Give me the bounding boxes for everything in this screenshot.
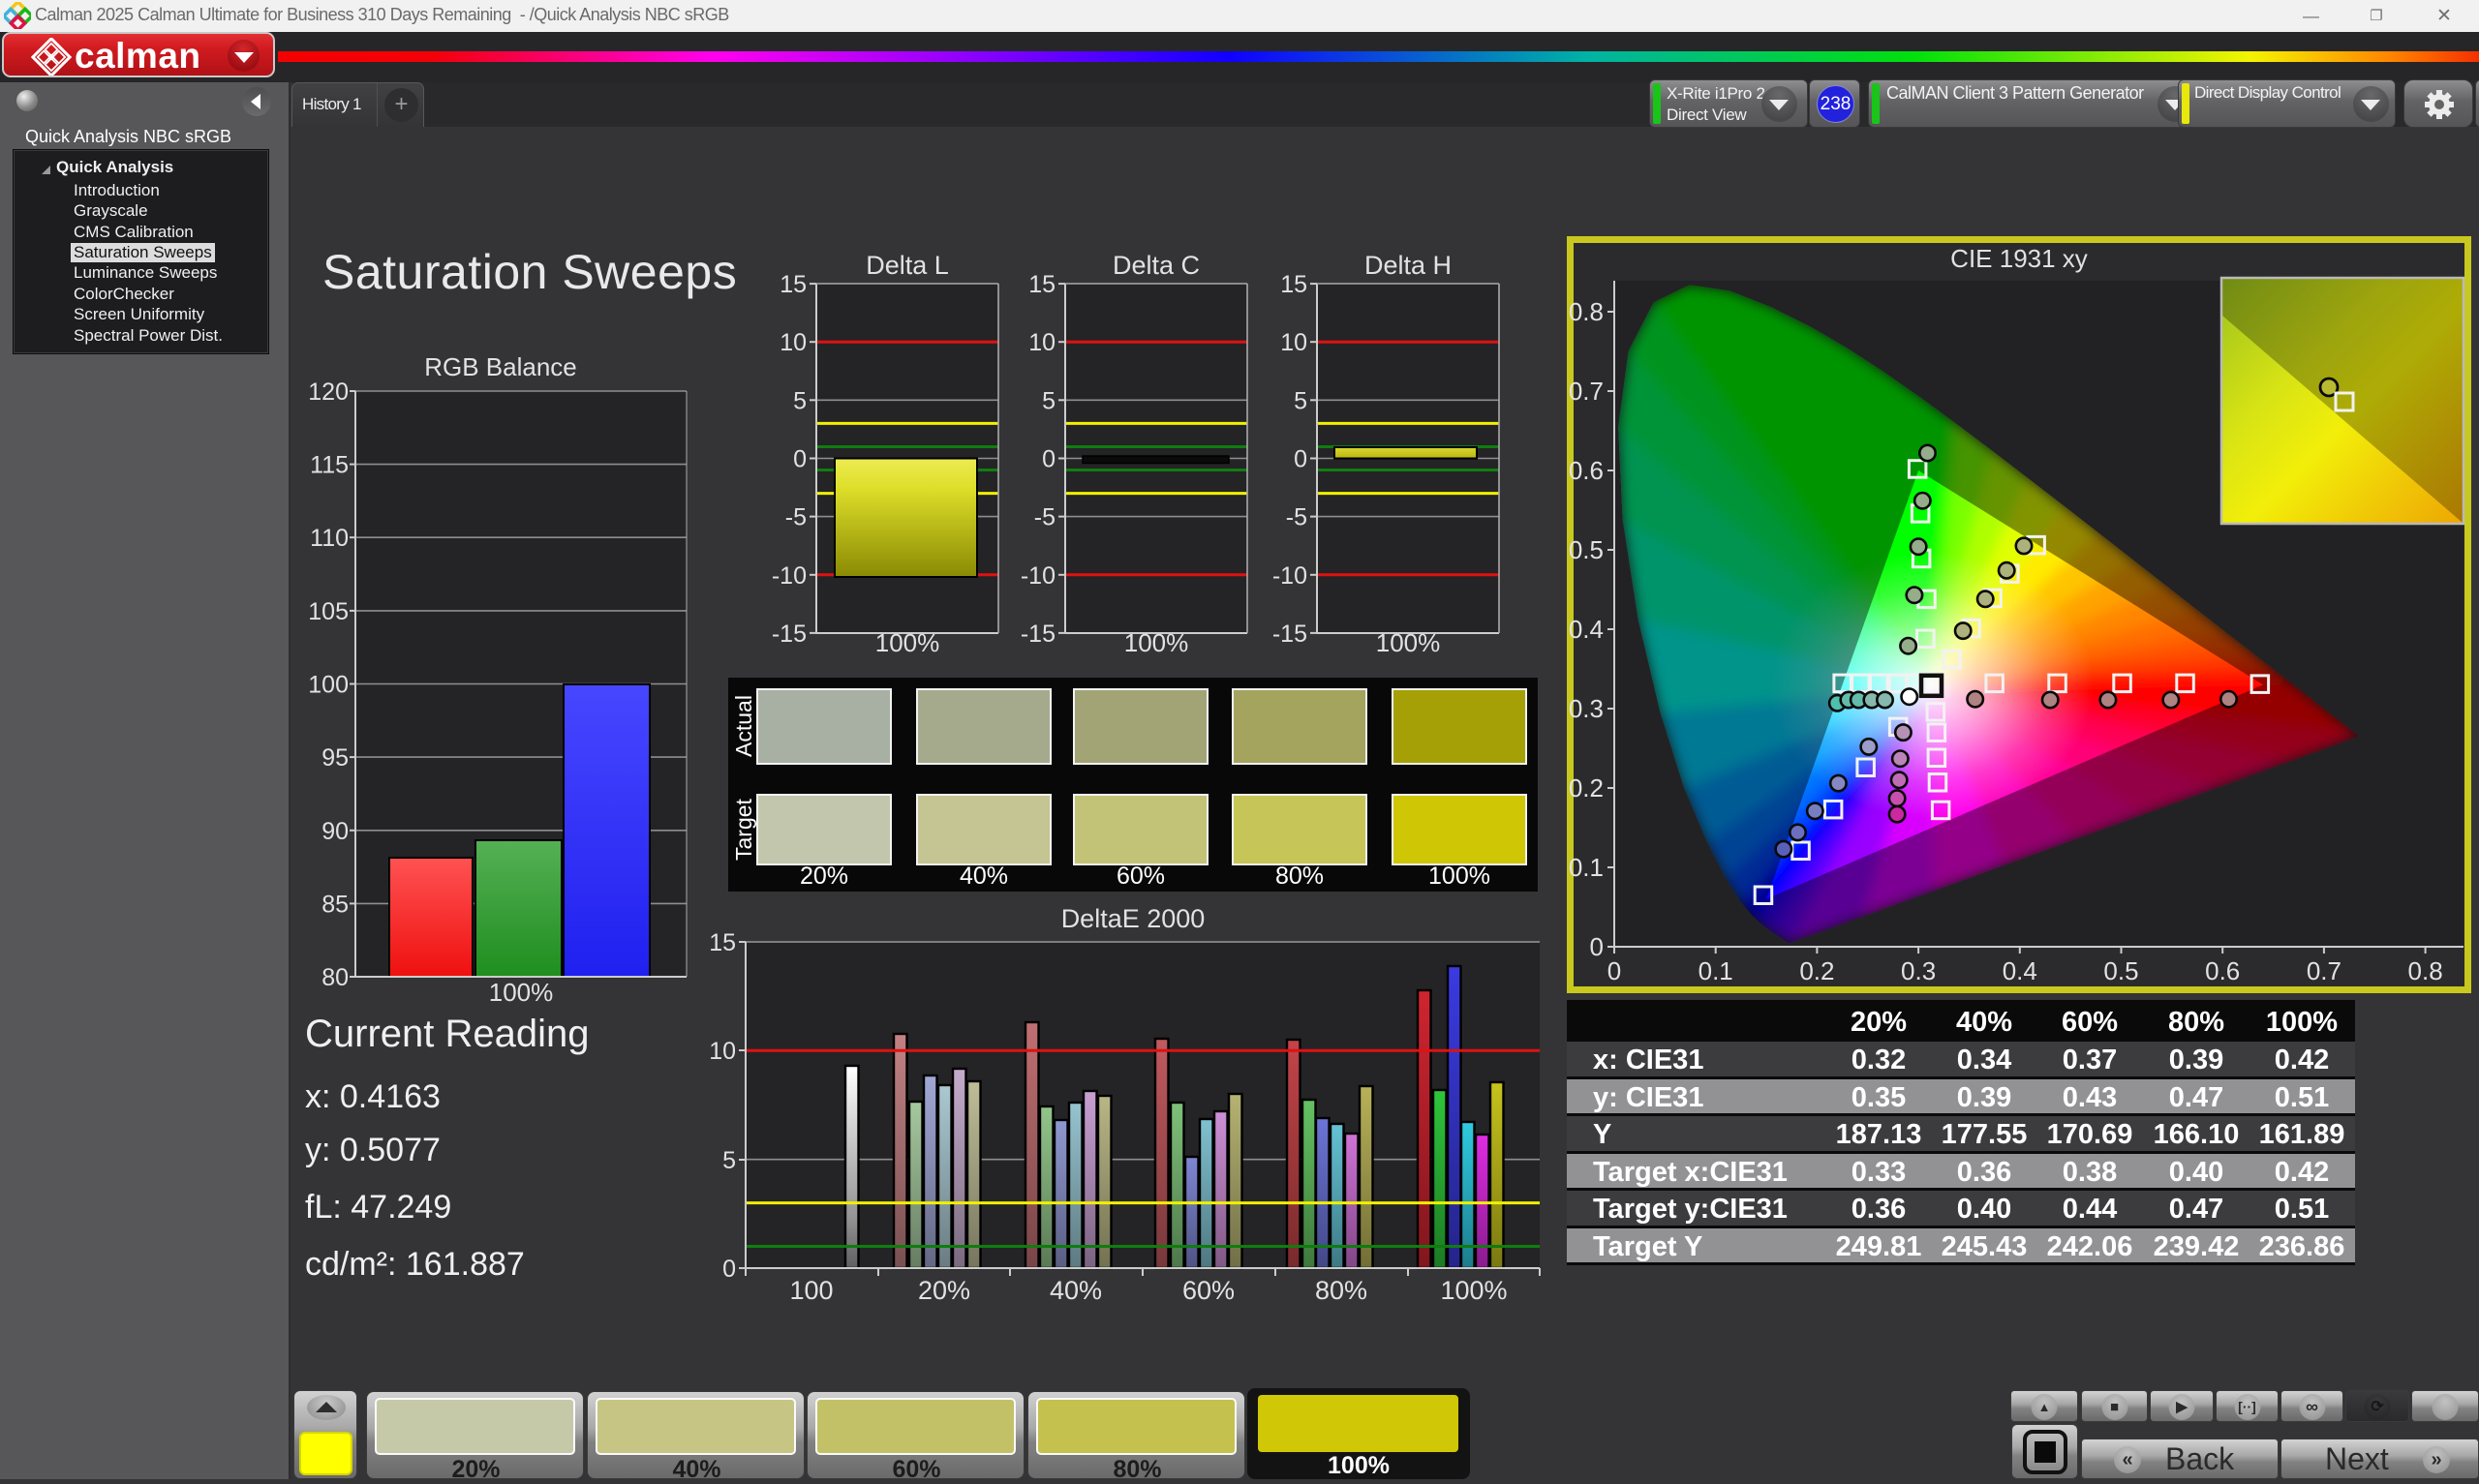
svg-text:0: 0 [1590,932,1604,961]
svg-text:0.4: 0.4 [1569,615,1604,644]
svg-text:10: 10 [1028,329,1056,356]
svg-text:0: 0 [1607,956,1621,985]
svg-text:15: 15 [1028,271,1056,298]
svg-text:10: 10 [780,329,807,356]
svg-text:-5: -5 [1286,504,1307,531]
svg-text:100: 100 [308,672,349,699]
svg-text:85: 85 [321,891,349,918]
svg-text:-5: -5 [785,504,807,531]
svg-text:0.1: 0.1 [1569,853,1604,882]
svg-text:15: 15 [709,929,736,956]
svg-text:-15: -15 [1021,621,1056,648]
svg-text:0.1: 0.1 [1699,956,1733,985]
svg-text:10: 10 [1280,329,1307,356]
svg-text:-5: -5 [1034,504,1056,531]
svg-text:-10: -10 [772,562,807,590]
svg-text:Delta L: Delta L [866,251,949,280]
svg-text:10: 10 [709,1038,736,1065]
svg-text:5: 5 [1294,387,1307,414]
svg-text:0.5: 0.5 [2103,956,2138,985]
svg-text:0.8: 0.8 [1569,297,1604,326]
svg-text:0: 0 [793,446,807,473]
svg-text:0.6: 0.6 [2205,956,2240,985]
svg-text:0.3: 0.3 [1901,956,1936,985]
svg-text:-15: -15 [772,621,807,648]
svg-text:-10: -10 [1021,562,1056,590]
svg-text:0.3: 0.3 [1569,694,1604,723]
svg-text:0: 0 [1294,446,1307,473]
svg-text:0: 0 [722,1256,736,1283]
svg-text:40%: 40% [1050,1276,1102,1302]
svg-text:115: 115 [310,452,349,479]
svg-text:100%: 100% [875,628,940,657]
svg-text:5: 5 [722,1147,736,1174]
svg-text:0.4: 0.4 [2003,956,2037,985]
svg-text:0.5: 0.5 [1569,535,1604,564]
svg-text:0.7: 0.7 [2307,956,2341,985]
svg-text:0: 0 [1042,446,1056,473]
svg-text:0.2: 0.2 [1799,956,1834,985]
svg-text:100%: 100% [1376,628,1441,657]
svg-text:15: 15 [1280,271,1307,298]
svg-text:105: 105 [308,598,349,625]
svg-text:95: 95 [321,744,349,772]
svg-text:0.7: 0.7 [1569,377,1604,406]
svg-text:60%: 60% [1182,1276,1235,1302]
svg-text:RGB Balance: RGB Balance [424,352,577,381]
svg-text:100: 100 [789,1276,833,1302]
svg-text:Delta C: Delta C [1113,251,1200,280]
svg-text:0.2: 0.2 [1569,773,1604,803]
svg-text:80: 80 [321,964,349,991]
svg-text:110: 110 [310,525,349,552]
svg-text:-15: -15 [1272,621,1307,648]
svg-text:CIE 1931 xy: CIE 1931 xy [1950,244,2088,273]
svg-text:0.8: 0.8 [2408,956,2443,985]
svg-text:100%: 100% [489,978,554,1007]
svg-text:120: 120 [308,379,349,406]
svg-text:Delta H: Delta H [1364,251,1452,280]
svg-text:90: 90 [321,818,349,845]
svg-text:DeltaE 2000: DeltaE 2000 [1061,904,1206,933]
svg-text:5: 5 [1042,387,1056,414]
svg-text:100%: 100% [1124,628,1189,657]
svg-text:20%: 20% [918,1276,970,1302]
svg-text:80%: 80% [1315,1276,1367,1302]
svg-text:5: 5 [793,387,807,414]
svg-text:-10: -10 [1272,562,1307,590]
svg-text:0.6: 0.6 [1569,456,1604,485]
svg-text:100%: 100% [1440,1276,1507,1302]
svg-text:15: 15 [780,271,807,298]
